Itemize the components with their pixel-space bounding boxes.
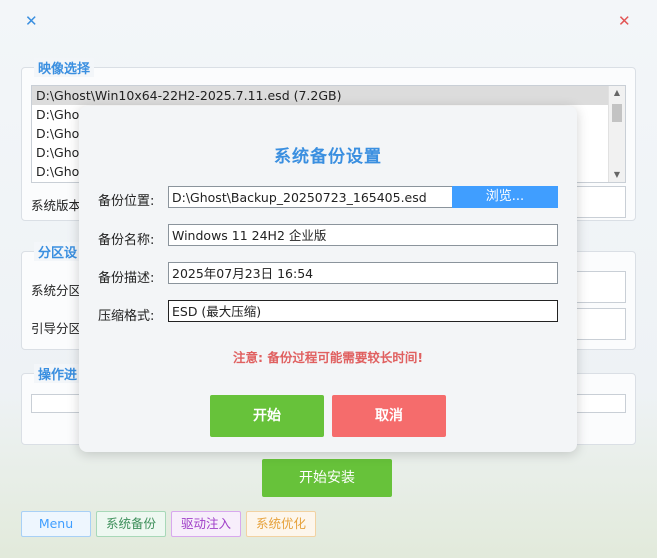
group-title: 分区设	[34, 242, 82, 261]
cancel-button[interactable]: 取消	[332, 395, 446, 437]
tab-driver-inject[interactable]: 驱动注入	[171, 511, 241, 537]
scroll-up-icon[interactable]: ▲	[609, 86, 625, 100]
backup-location-input[interactable]: D:\Ghost\Backup_20250723_165405.esd	[168, 186, 453, 208]
list-item[interactable]: D:\Ghost\Win10x64-22H2-2025.7.11.esd (7.…	[32, 86, 625, 105]
browse-button[interactable]: 浏览...	[452, 186, 558, 208]
tab-system-optimize[interactable]: 系统优化	[246, 511, 316, 537]
system-partition-label: 系统分区	[31, 283, 82, 298]
boot-partition-label: 引导分区	[31, 321, 82, 336]
scroll-thumb[interactable]	[612, 104, 622, 122]
close-icon[interactable]: ✕	[618, 14, 631, 29]
backup-name-label: 备份名称:	[98, 233, 155, 248]
warning-text: 注意: 备份过程可能需要较长时间!	[232, 350, 424, 365]
version-label: 系统版本	[31, 198, 82, 213]
group-title: 映像选择	[34, 58, 95, 77]
start-install-button[interactable]: 开始安装	[262, 459, 392, 497]
backup-desc-input[interactable]: 2025年07月23日 16:54	[168, 262, 558, 284]
scrollbar[interactable]: ▲ ▼	[608, 86, 625, 182]
tab-menu[interactable]: Menu	[21, 511, 91, 537]
start-button[interactable]: 开始	[210, 395, 324, 437]
scroll-down-icon[interactable]: ▼	[609, 168, 625, 182]
backup-desc-label: 备份描述:	[98, 271, 155, 286]
group-title: 操作进	[34, 364, 82, 383]
backup-name-input[interactable]: Windows 11 24H2 企业版	[168, 224, 558, 246]
backup-settings-dialog: 系统备份设置 备份位置: D:\Ghost\Backup_20250723_16…	[79, 106, 577, 452]
tab-system-backup[interactable]: 系统备份	[96, 511, 166, 537]
compress-format-label: 压缩格式:	[98, 309, 155, 324]
backup-location-label: 备份位置:	[98, 194, 155, 209]
close-icon[interactable]: ✕	[25, 14, 38, 29]
dialog-title: 系统备份设置	[274, 147, 382, 167]
compress-format-select[interactable]: ESD (最大压缩)	[168, 300, 558, 322]
